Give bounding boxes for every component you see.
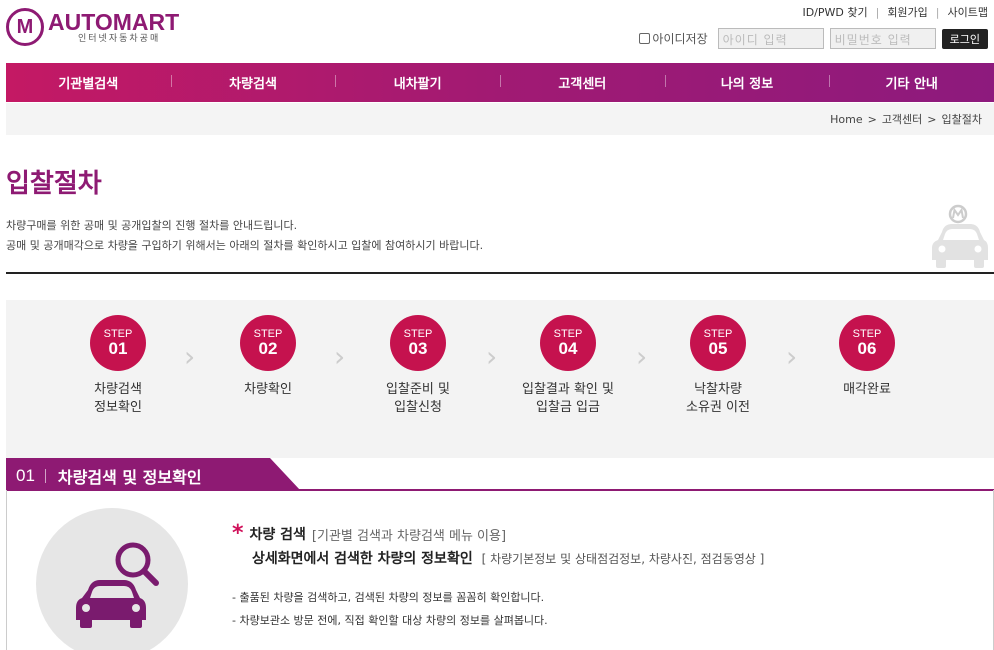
remember-id-checkbox[interactable]: 아이디저장 (639, 30, 708, 47)
nav-my-info[interactable]: 나의 정보 (664, 73, 830, 92)
section-info: * 차량 검색 [기관별 검색과 차량검색 메뉴 이용] 상세화면에서 검색한 … (232, 521, 765, 632)
step-caption: 차량검색 정보확인 (94, 382, 142, 415)
section-number: 01 (16, 466, 35, 485)
nav-sell-car[interactable]: 내차팔기 (335, 73, 500, 92)
step-03: STEP 03 입찰준비 및 입찰신청 (343, 315, 493, 417)
divider: | (875, 5, 880, 19)
step-caption: 낙찰차량 소유권 이전 (686, 382, 750, 415)
nav-car-search[interactable]: 차량검색 (170, 73, 336, 92)
nav-agency-search[interactable]: 기관별검색 (6, 73, 171, 92)
info-bullets: - 출품된 차량을 검색하고, 검색된 차량의 정보를 꼼꼼히 확인합니다. -… (232, 586, 764, 632)
page-title: 입찰절차 (6, 169, 102, 199)
info-subtitle: 상세화면에서 검색한 차량의 정보확인 (252, 551, 473, 567)
step-badge: STEP 03 (390, 315, 446, 371)
page-description: 차량구매를 위한 공매 및 공개입찰의 진행 절차를 안내드립니다. 공매 및 … (6, 216, 483, 256)
main-nav: 기관별검색 차량검색 내차팔기 고객센터 나의 정보 기타 안내 (6, 63, 994, 102)
section-header: 01 차량검색 및 정보확인 (6, 458, 300, 490)
step-caption: 차량확인 (244, 382, 292, 397)
nav-customer-center[interactable]: 고객센터 (500, 73, 665, 92)
divider: | (935, 5, 940, 19)
step-caption: 입찰결과 확인 및 입찰금 입금 (522, 382, 614, 415)
logo-name: AUTOMART (48, 9, 180, 35)
info-title-note: [기관별 검색과 차량검색 메뉴 이용] (311, 528, 507, 544)
checkbox-box[interactable] (639, 33, 651, 44)
car-search-icon (76, 542, 159, 628)
top-links: ID/PWD 찾기 | 회원가입 | 사이트맵 (802, 4, 988, 20)
breadcrumb-customer-center[interactable]: 고객센터 (882, 113, 922, 126)
divider (44, 469, 46, 483)
signup-link[interactable]: 회원가입 (887, 4, 927, 20)
asterisk-icon: * (232, 521, 244, 546)
title-divider (6, 272, 994, 274)
step-02: STEP 02 차량확인 (193, 315, 343, 399)
description-line-1: 차량구매를 위한 공매 및 공개입찰의 진행 절차를 안내드립니다. (6, 219, 298, 232)
step-01: STEP 01 차량검색 정보확인 (43, 315, 193, 417)
nav-etc-info[interactable]: 기타 안내 (829, 73, 994, 92)
steps-panel: STEP 01 차량검색 정보확인 › STEP 02 차량확인 › STEP … (6, 300, 994, 458)
car-search-illustration (36, 508, 188, 650)
breadcrumb: Home > 고객센터 > 입찰절차 (6, 103, 994, 135)
step-badge: STEP 05 (690, 315, 746, 371)
step-caption: 입찰준비 및 입찰신청 (386, 382, 450, 415)
sitemap-link[interactable]: 사이트맵 (948, 4, 988, 20)
info-bullet-1: - 출품된 차량을 검색하고, 검색된 차량의 정보를 꼼꼼히 확인합니다. (232, 591, 545, 604)
site-logo[interactable]: M AUTOMART 인터넷자동차공매 (6, 8, 179, 46)
remember-id-label: 아이디저장 (652, 32, 708, 46)
breadcrumb-home[interactable]: Home (830, 113, 862, 126)
step-badge: STEP 01 (90, 315, 146, 371)
info-subtitle-note: [ 차량기본정보 및 상태점검정보, 차량사진, 점검동영상 ] (481, 552, 765, 566)
find-id-pw-link[interactable]: ID/PWD 찾기 (802, 4, 867, 20)
logo-m-icon: M (6, 8, 44, 46)
id-input[interactable]: 아이디 입력 (717, 28, 824, 49)
logo-tagline: 인터넷자동차공매 (78, 34, 161, 44)
section-title: 차량검색 및 정보확인 (57, 468, 202, 487)
description-line-2: 공매 및 공개매각으로 차량을 구입하기 위해서는 아래의 절차를 확인하시고 … (6, 239, 484, 252)
step-caption: 매각완료 (843, 382, 891, 397)
step-06: STEP 06 매각완료 (792, 315, 942, 399)
step-05: STEP 05 낙찰차량 소유권 이전 (643, 315, 793, 417)
info-title: 차량 검색 (249, 527, 306, 543)
car-mascot-icon (932, 204, 988, 268)
step-badge: STEP 04 (540, 315, 596, 371)
step-badge: STEP 06 (839, 315, 895, 371)
breadcrumb-current: 입찰절차 (941, 113, 982, 126)
password-input[interactable]: 비밀번호 입력 (829, 28, 936, 49)
login-button[interactable]: 로그인 (941, 28, 988, 49)
step-badge: STEP 02 (240, 315, 296, 371)
login-form: 아이디저장 아이디 입력 비밀번호 입력 로그인 (639, 28, 988, 49)
step-04: STEP 04 입찰결과 확인 및 입찰금 입금 (493, 315, 643, 417)
info-bullet-2: - 차량보관소 방문 전에, 직접 확인할 대상 차량의 정보를 살펴봅니다. (232, 614, 548, 627)
